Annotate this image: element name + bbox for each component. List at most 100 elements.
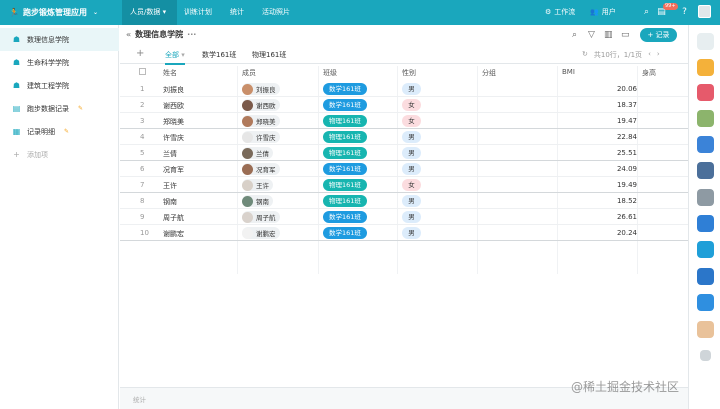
cell-bmi[interactable]: 18.37 bbox=[600, 101, 637, 109]
gender-tag[interactable]: 男 bbox=[402, 83, 421, 95]
workflow-button[interactable]: ⚙ 工作流 bbox=[545, 0, 575, 25]
cell-bmi[interactable]: 24.09 bbox=[600, 165, 637, 173]
table-row[interactable]: 2 谢西欧 谢西欧 数学161班 女 18.37 bbox=[120, 97, 688, 113]
sidebar-add-item[interactable]: + 添加项 bbox=[0, 143, 119, 166]
app-icon-10[interactable] bbox=[697, 294, 714, 311]
app-icon-4[interactable] bbox=[697, 136, 714, 153]
table-row[interactable]: 7 王许 王许 物理161班 女 19.49 bbox=[120, 177, 688, 193]
app-icon-7[interactable] bbox=[697, 215, 714, 232]
add-view-icon[interactable]: + bbox=[136, 48, 144, 59]
tab-statistics[interactable]: 统计 bbox=[222, 0, 252, 25]
add-record-button[interactable]: + 记录 bbox=[640, 28, 677, 42]
class-tag[interactable]: 物理161班 bbox=[323, 179, 367, 191]
app-icon-6[interactable] bbox=[697, 189, 714, 206]
tab-people-data[interactable]: 人员/数据 ▾ bbox=[122, 0, 177, 25]
sidebar-item-civil-eng[interactable]: ☗ 建筑工程学院 bbox=[0, 74, 119, 97]
table-row[interactable]: 3 郑晓美 郑晓美 物理161班 女 19.47 bbox=[120, 113, 688, 129]
cell-name[interactable]: 钢南 bbox=[163, 197, 177, 207]
member-chip[interactable]: 况育军 bbox=[242, 163, 280, 175]
app-icon-5[interactable] bbox=[697, 162, 714, 179]
app-icon-11[interactable] bbox=[697, 321, 714, 338]
comment-icon[interactable]: ▭ bbox=[621, 30, 630, 40]
next-page-icon[interactable]: › bbox=[657, 50, 660, 60]
app-icon-3[interactable] bbox=[697, 110, 714, 127]
member-chip[interactable]: 刘振良 bbox=[242, 83, 280, 95]
class-tag[interactable]: 物理161班 bbox=[323, 147, 367, 159]
table-row[interactable]: 10 谢鹏宏 谢鹏宏 数学161班 男 20.24 bbox=[120, 225, 688, 241]
cell-bmi[interactable]: 18.52 bbox=[600, 197, 637, 205]
col-class[interactable]: 班级 bbox=[323, 68, 337, 78]
search-icon[interactable]: ⌕ bbox=[641, 7, 652, 18]
tab-activity-photos[interactable]: 活动照片 bbox=[254, 0, 298, 25]
select-all-checkbox[interactable] bbox=[139, 68, 146, 75]
users-button[interactable]: 👥 用户 bbox=[590, 0, 616, 25]
col-member[interactable]: 成员 bbox=[242, 68, 256, 78]
cell-name[interactable]: 王许 bbox=[163, 181, 177, 191]
gender-tag[interactable]: 男 bbox=[402, 131, 421, 143]
col-bmi[interactable]: BMI bbox=[562, 68, 575, 76]
member-chip[interactable]: 谢西欧 bbox=[242, 99, 280, 111]
cell-name[interactable]: 许雪庆 bbox=[163, 133, 184, 143]
col-gender[interactable]: 性别 bbox=[402, 68, 416, 78]
avatar[interactable] bbox=[698, 5, 711, 18]
help-icon[interactable]: ? bbox=[679, 7, 690, 18]
more-icon[interactable]: ··· bbox=[187, 30, 196, 39]
gender-tag[interactable]: 女 bbox=[402, 115, 421, 127]
view-tab-all[interactable]: 全部 ▾ bbox=[165, 50, 185, 65]
gender-tag[interactable]: 男 bbox=[402, 147, 421, 159]
cell-name[interactable]: 况育军 bbox=[163, 165, 184, 175]
col-height[interactable]: 身高 bbox=[642, 68, 656, 78]
class-tag[interactable]: 数学161班 bbox=[323, 211, 367, 223]
class-tag[interactable]: 物理161班 bbox=[323, 115, 367, 127]
gender-tag[interactable]: 男 bbox=[402, 211, 421, 223]
cell-name[interactable]: 周子航 bbox=[163, 213, 184, 223]
view-tab-physics161[interactable]: 物理161班 bbox=[252, 50, 286, 60]
tab-training-plan[interactable]: 训练计划 bbox=[176, 0, 220, 25]
member-chip[interactable]: 王许 bbox=[242, 179, 273, 191]
sidebar-item-life-science[interactable]: ☗ 生命科学学院 bbox=[0, 51, 119, 74]
member-chip[interactable]: 谢鹏宏 bbox=[242, 227, 280, 239]
member-chip[interactable]: 钢南 bbox=[242, 195, 273, 207]
footer-stat[interactable]: 统计 bbox=[133, 394, 146, 404]
prev-page-icon[interactable]: ‹ bbox=[648, 50, 651, 60]
gender-tag[interactable]: 男 bbox=[402, 227, 421, 239]
cell-bmi[interactable]: 20.24 bbox=[600, 229, 637, 237]
cell-bmi[interactable]: 22.84 bbox=[600, 133, 637, 141]
cell-bmi[interactable]: 25.51 bbox=[600, 149, 637, 157]
table-row[interactable]: 5 兰倩 兰倩 物理161班 男 25.51 bbox=[120, 145, 688, 161]
table-row[interactable]: 8 钢南 钢南 物理161班 男 18.52 bbox=[120, 193, 688, 209]
member-chip[interactable]: 郑晓美 bbox=[242, 115, 280, 127]
table-row[interactable]: 9 周子航 周子航 数学161班 男 26.61 bbox=[120, 209, 688, 225]
table-row[interactable]: 4 许雪庆 许雪庆 物理161班 男 22.84 bbox=[120, 129, 688, 145]
class-tag[interactable]: 物理161班 bbox=[323, 195, 367, 207]
class-tag[interactable]: 数学161班 bbox=[323, 163, 367, 175]
gender-tag[interactable]: 女 bbox=[402, 179, 421, 191]
member-chip[interactable]: 许雪庆 bbox=[242, 131, 280, 143]
app-icon-8[interactable] bbox=[697, 241, 714, 258]
sidebar-item-record-detail[interactable]: ▦ 记录明细 ✎ bbox=[0, 120, 119, 143]
col-group[interactable]: 分组 bbox=[482, 68, 496, 78]
cell-bmi[interactable]: 26.61 bbox=[600, 213, 637, 221]
class-tag[interactable]: 数学161班 bbox=[323, 227, 367, 239]
sidebar-item-math-info[interactable]: ☗ 数理信息学院 bbox=[0, 28, 119, 51]
refresh-icon[interactable]: ↻ bbox=[582, 50, 588, 60]
cell-name[interactable]: 谢西欧 bbox=[163, 101, 184, 111]
app-logo[interactable]: 🏃 跑步锻炼管理应用 ⌄ bbox=[9, 5, 98, 20]
filter-icon[interactable]: ▽ bbox=[588, 30, 595, 40]
gender-tag[interactable]: 男 bbox=[402, 163, 421, 175]
cell-bmi[interactable]: 19.49 bbox=[600, 181, 637, 189]
collapse-icon[interactable]: « bbox=[126, 30, 131, 39]
book-icon[interactable] bbox=[700, 350, 711, 361]
app-icon-2[interactable] bbox=[697, 84, 714, 101]
table-row[interactable]: 1 刘振良 刘振良 数学161班 男 20.06 bbox=[120, 81, 688, 97]
app-icon-1[interactable] bbox=[697, 59, 714, 76]
cell-name[interactable]: 刘振良 bbox=[163, 85, 184, 95]
search-icon[interactable]: ⌕ bbox=[572, 30, 577, 40]
view-tab-math161[interactable]: 数学161班 bbox=[202, 50, 236, 60]
class-tag[interactable]: 数学161班 bbox=[323, 83, 367, 95]
gender-tag[interactable]: 男 bbox=[402, 195, 421, 207]
class-tag[interactable]: 数学161班 bbox=[323, 99, 367, 111]
col-name[interactable]: 姓名 bbox=[163, 68, 177, 78]
class-tag[interactable]: 物理161班 bbox=[323, 131, 367, 143]
chart-icon[interactable]: ▥ bbox=[604, 30, 613, 40]
